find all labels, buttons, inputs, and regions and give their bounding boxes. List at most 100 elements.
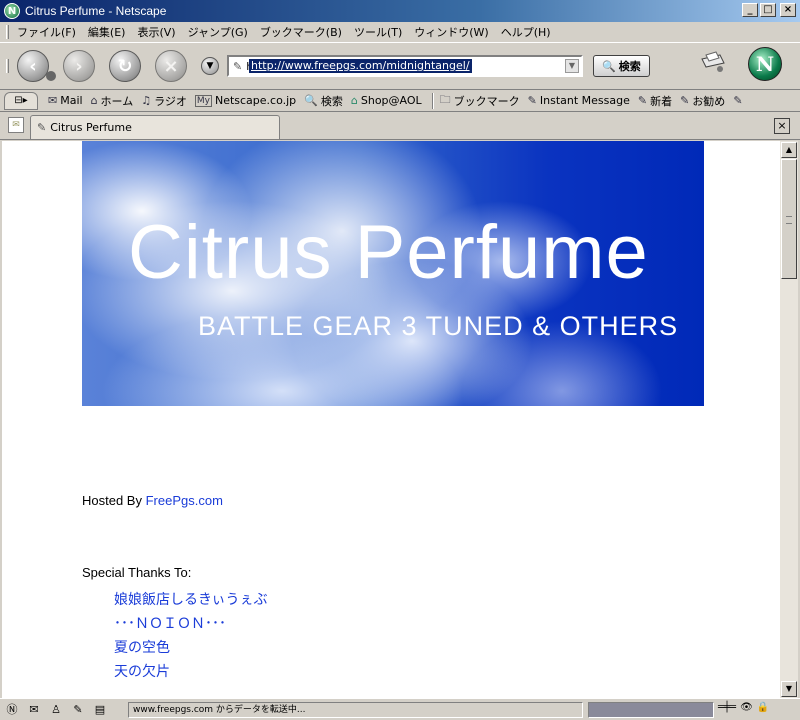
toolbar-grip[interactable] xyxy=(6,25,9,39)
composer-icon[interactable]: ✎ xyxy=(70,702,86,718)
aim-icon[interactable]: ♙ xyxy=(48,702,64,718)
toolbar-separator xyxy=(431,92,434,109)
scroll-up-button[interactable]: ▲ xyxy=(781,142,797,158)
hosted-by-label: Hosted By xyxy=(82,493,146,508)
toolbar-more-icon[interactable]: ✎ xyxy=(733,94,745,107)
toolbar-shop[interactable]: ⌂ Shop@AOL xyxy=(351,94,422,107)
new-tab-icon[interactable]: ✉ xyxy=(8,117,24,133)
mail-icon: ✉ xyxy=(48,94,58,107)
toolbar-bookmarks[interactable]: 🗀 ブックマーク xyxy=(440,91,520,110)
menu-edit[interactable]: 編集(E) xyxy=(88,24,126,40)
toolbar-netscape[interactable]: My Netscape.co.jp xyxy=(194,94,296,107)
search-button[interactable]: 🔍 検索 xyxy=(593,55,650,77)
back-button[interactable]: ‹ xyxy=(17,50,56,82)
menu-go[interactable]: ジャンプ(G) xyxy=(188,24,248,40)
personal-toolbar: ⊟▸ ✉ Mail ⌂ ホーム ♫ ラジオ My Netscape.co.jp 🔍 検索 … xyxy=(0,90,800,112)
thanks-link[interactable]: 娘娘飯店しるきぃうぇぶ xyxy=(114,592,267,608)
status-bar: Ⓝ ✉ ♙ ✎ ▤ www.freepgs.com からデータを転送中... ═… xyxy=(0,698,800,720)
banner-title: Citrus Perfume xyxy=(128,210,649,295)
progress-bar xyxy=(588,702,714,718)
netscape-small-icon[interactable]: Ⓝ xyxy=(4,702,20,718)
navigation-toolbar: ‹ › ↻ × ▼ ✎ http://www.freepgs.com/midni… xyxy=(0,42,800,90)
netscape-logo[interactable]: N xyxy=(748,47,782,81)
print-icon[interactable] xyxy=(698,49,726,73)
hosted-by: Hosted By FreePgs.com xyxy=(82,493,223,508)
toolbar-recommended[interactable]: ✎ お勧め xyxy=(680,93,725,109)
home-icon: ⌂ xyxy=(90,94,98,107)
bookmark-icon: ✎ xyxy=(680,94,690,107)
close-button[interactable]: × xyxy=(780,3,796,17)
tab-citrus-perfume[interactable]: ✎ Citrus Perfume xyxy=(30,115,280,139)
window-title: Citrus Perfume - Netscape xyxy=(25,4,167,18)
toolbar-radio[interactable]: ♫ ラジオ xyxy=(141,93,187,109)
thanks-link[interactable]: ･･･ＮＯＩＯＮ･･･ xyxy=(114,616,226,632)
page-content: Citrus Perfume BATTLE GEAR 3 TUNED & OTH… xyxy=(2,141,780,698)
menu-view[interactable]: 表示(V) xyxy=(137,24,175,40)
shop-icon: ⌂ xyxy=(350,94,358,107)
banner-subtitle: BATTLE GEAR 3 TUNED & OTHERS xyxy=(198,311,679,341)
scroll-down-button[interactable]: ▼ xyxy=(781,681,797,697)
forward-arrow-icon: › xyxy=(75,55,83,77)
freepgs-link[interactable]: FreePgs.com xyxy=(146,493,223,508)
url-bar[interactable]: ✎ http://www.freepgs.com/midnightangel/ … xyxy=(227,55,583,77)
magnifier-icon: 🔍 xyxy=(602,59,616,73)
thanks-link[interactable]: 天の欠片 xyxy=(114,664,170,680)
toolbar-grip[interactable] xyxy=(6,59,9,73)
address-history-button[interactable]: ▼ xyxy=(201,57,219,75)
address-book-icon[interactable]: ▤ xyxy=(92,702,108,718)
toolbar-home[interactable]: ⌂ ホーム xyxy=(91,93,134,109)
special-thanks-heading: Special Thanks To: xyxy=(82,565,192,580)
stop-button[interactable]: × xyxy=(155,50,187,82)
security-icon[interactable]: 👁 xyxy=(740,702,753,713)
toolbar-mail[interactable]: ✉ Mail xyxy=(48,94,83,107)
close-tab-button[interactable]: × xyxy=(774,118,790,134)
thanks-link[interactable]: 夏の空色 xyxy=(114,640,170,656)
reload-icon: ↻ xyxy=(117,55,133,77)
minimize-button[interactable]: _ xyxy=(742,3,758,17)
bookmark-icon: ✎ xyxy=(527,94,537,107)
window-controls: _ □ × xyxy=(742,3,796,17)
page-proxy-icon[interactable]: ✎ xyxy=(233,60,242,73)
sidebar-icon: ⊟▸ xyxy=(14,95,28,106)
netscape-app-icon[interactable]: N xyxy=(4,3,20,19)
my-netscape-icon: My xyxy=(194,94,212,107)
bookmark-icon: ✎ xyxy=(637,94,648,107)
online-icon[interactable]: ═╪═ xyxy=(718,702,736,713)
maximize-button[interactable]: □ xyxy=(760,3,776,17)
search-button-label: 検索 xyxy=(618,60,641,73)
url-dropdown-icon[interactable]: ▼ xyxy=(565,59,579,73)
status-text: www.freepgs.com からデータを転送中... xyxy=(128,702,583,718)
menu-tools[interactable]: ツール(T) xyxy=(354,24,402,40)
site-banner: Citrus Perfume BATTLE GEAR 3 TUNED & OTH… xyxy=(82,141,704,406)
forward-button[interactable]: › xyxy=(63,50,95,82)
back-arrow-icon: ‹ xyxy=(29,55,37,77)
toolbar-instant-message[interactable]: ✎ Instant Message xyxy=(528,94,630,107)
toolbar-new[interactable]: ✎ 新着 xyxy=(638,93,672,109)
title-bar: N Citrus Perfume - Netscape _ □ × xyxy=(0,0,800,22)
bookmark-icon: ✎ xyxy=(733,94,743,107)
magnifier-icon: 🔍 xyxy=(304,94,318,107)
headphones-icon: ♫ xyxy=(141,94,152,107)
reload-button[interactable]: ↻ xyxy=(109,50,141,82)
stop-icon: × xyxy=(163,55,179,77)
page-icon: ✎ xyxy=(37,121,47,134)
vertical-scrollbar[interactable]: ▲ ▼ xyxy=(780,141,798,698)
toolbar-search[interactable]: 🔍 検索 xyxy=(304,93,343,109)
tab-label: Citrus Perfume xyxy=(50,121,132,134)
url-input[interactable] xyxy=(246,59,547,73)
folder-icon: 🗀 xyxy=(439,93,451,106)
menu-window[interactable]: ウィンドウ(W) xyxy=(414,24,488,40)
menu-help[interactable]: ヘルプ(H) xyxy=(501,24,551,40)
sidebar-toggle[interactable]: ⊟▸ xyxy=(4,91,38,110)
status-indicators: ═╪═ 👁 🔒 xyxy=(718,702,769,713)
chevron-down-icon: ▼ xyxy=(206,61,214,71)
tab-strip: ✉ ✎ Citrus Perfume × xyxy=(0,113,800,140)
lock-icon[interactable]: 🔒 xyxy=(757,702,769,713)
special-thanks-list: 娘娘飯店しるきぃうぇぶ ･･･ＮＯＩＯＮ･･･ 夏の空色 天の欠片 xyxy=(114,588,267,684)
menu-bar: ファイル(F) 編集(E) 表示(V) ジャンプ(G) ブックマーク(B) ツー… xyxy=(0,22,800,42)
mail-icon[interactable]: ✉ xyxy=(26,702,42,718)
menu-bookmarks[interactable]: ブックマーク(B) xyxy=(260,24,342,40)
thumb-grip xyxy=(786,216,792,224)
scroll-thumb[interactable] xyxy=(781,159,797,279)
menu-file[interactable]: ファイル(F) xyxy=(17,24,76,40)
